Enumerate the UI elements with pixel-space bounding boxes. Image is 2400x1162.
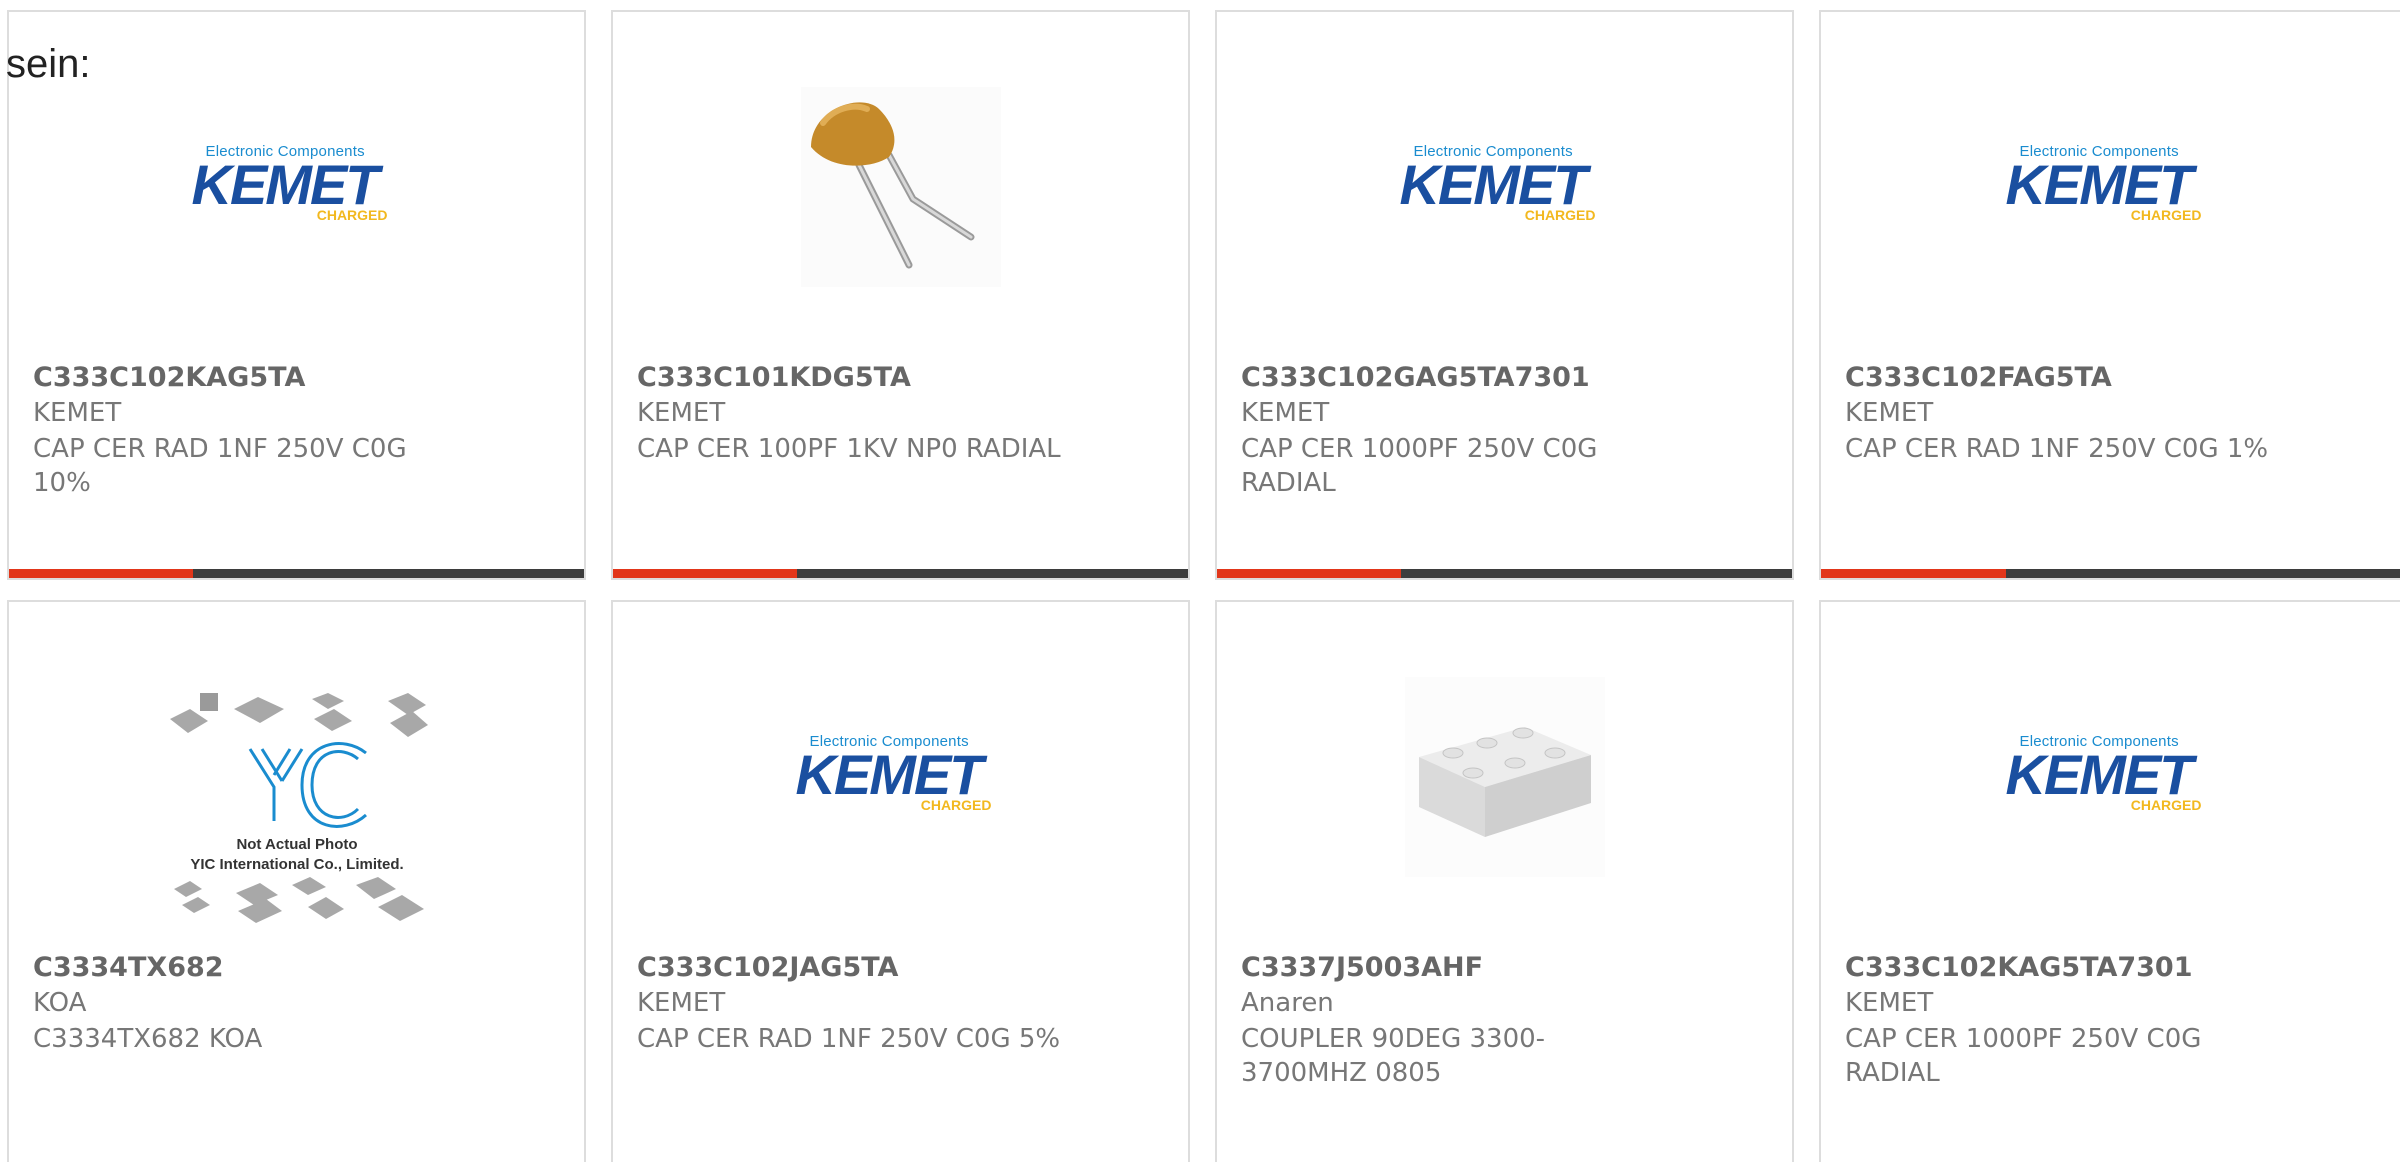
description: C3334TX682 KOA: [33, 1024, 263, 1054]
smd-package-photo: [1404, 677, 1605, 877]
product-card[interactable]: Not Actual Photo YIC International Co., …: [7, 600, 586, 1162]
part-number[interactable]: C333C102FAG5TA: [1845, 362, 2112, 393]
radial-capacitor-photo: [800, 87, 1001, 287]
part-number[interactable]: C3337J5003AHF: [1241, 952, 1483, 983]
product-card[interactable]: Electronic Components KEMET CHARGED C333…: [1819, 10, 2400, 580]
product-card[interactable]: Electronic Components KEMET CHARGED C333…: [1215, 10, 1794, 580]
manufacturer: KEMET: [1845, 398, 1934, 428]
manufacturer: KOA: [33, 988, 87, 1018]
part-number[interactable]: C333C102GAG5TA7301: [1241, 362, 1590, 393]
product-image[interactable]: Electronic Components KEMET CHARGED: [1821, 72, 2400, 302]
part-number[interactable]: C333C102KAG5TA7301: [1845, 952, 2192, 983]
manufacturer: KEMET: [33, 398, 122, 428]
part-number[interactable]: C333C102KAG5TA: [33, 362, 305, 393]
progress-bar: [1821, 569, 2400, 578]
description: CAP CER 100PF 1KV NP0 RADIAL: [637, 434, 1061, 464]
product-image[interactable]: Not Actual Photo YIC International Co., …: [9, 684, 584, 934]
progress-fill: [1217, 569, 1401, 578]
product-image[interactable]: [1217, 662, 1792, 892]
kemet-logo: Electronic Components KEMET CHARGED: [795, 733, 992, 813]
part-number[interactable]: C333C101KDG5TA: [637, 362, 911, 393]
product-card[interactable]: C333C101KDG5TA KEMET CAP CER 100PF 1KV N…: [611, 10, 1190, 580]
manufacturer: Anaren: [1241, 988, 1334, 1018]
part-number[interactable]: C3334TX682: [33, 952, 224, 983]
part-number[interactable]: C333C102JAG5TA: [637, 952, 898, 983]
progress-bar: [9, 569, 584, 578]
product-card[interactable]: Electronic Components KEMET CHARGED C333…: [1819, 600, 2400, 1162]
manufacturer: KEMET: [1241, 398, 1330, 428]
svg-text:YIC International Co., Limited: YIC International Co., Limited.: [190, 856, 403, 873]
product-grid-page: sein: Electronic Components KEMET CHARGE…: [0, 0, 2400, 1162]
description: CAP CER RAD 1NF 250V C0G 5%: [637, 1024, 1061, 1054]
description: CAP CER RAD 1NF 250V C0G 10%: [33, 434, 407, 498]
product-image[interactable]: Electronic Components KEMET CHARGED: [9, 72, 584, 302]
manufacturer: KEMET: [637, 398, 726, 428]
progress-fill: [1821, 569, 2007, 578]
svg-text:Not Actual Photo: Not Actual Photo: [236, 836, 357, 853]
product-image[interactable]: [613, 72, 1188, 302]
progress-fill: [9, 569, 193, 578]
product-card[interactable]: Electronic Components KEMET CHARGED C333…: [7, 10, 586, 580]
manufacturer: KEMET: [1845, 988, 1934, 1018]
progress-bar: [1217, 569, 1792, 578]
progress-bar: [613, 569, 1188, 578]
manufacturer: KEMET: [637, 988, 726, 1018]
kemet-logo: Electronic Components KEMET CHARGED: [2005, 143, 2202, 223]
product-card[interactable]: Electronic Components KEMET CHARGED C333…: [611, 600, 1190, 1162]
description: CAP CER 1000PF 250V C0G RADIAL: [1845, 1024, 2202, 1088]
description: CAP CER 1000PF 250V C0G RADIAL: [1241, 434, 1598, 498]
product-image[interactable]: Electronic Components KEMET CHARGED: [1821, 662, 2400, 892]
yic-placeholder-image: Not Actual Photo YIC International Co., …: [169, 693, 428, 923]
description: CAP CER RAD 1NF 250V C0G 1%: [1845, 434, 2269, 464]
product-image[interactable]: Electronic Components KEMET CHARGED: [1217, 72, 1792, 302]
kemet-logo: Electronic Components KEMET CHARGED: [1399, 143, 1596, 223]
product-card[interactable]: C3337J5003AHF Anaren COUPLER 90DEG 3300-…: [1215, 600, 1794, 1162]
kemet-logo: Electronic Components KEMET CHARGED: [191, 143, 388, 223]
product-image[interactable]: Electronic Components KEMET CHARGED: [613, 662, 1188, 892]
intro-text: sein:: [6, 42, 91, 86]
description: COUPLER 90DEG 3300-3700MHZ 0805: [1241, 1024, 1546, 1088]
kemet-logo: Electronic Components KEMET CHARGED: [2005, 733, 2202, 813]
progress-fill: [613, 569, 797, 578]
